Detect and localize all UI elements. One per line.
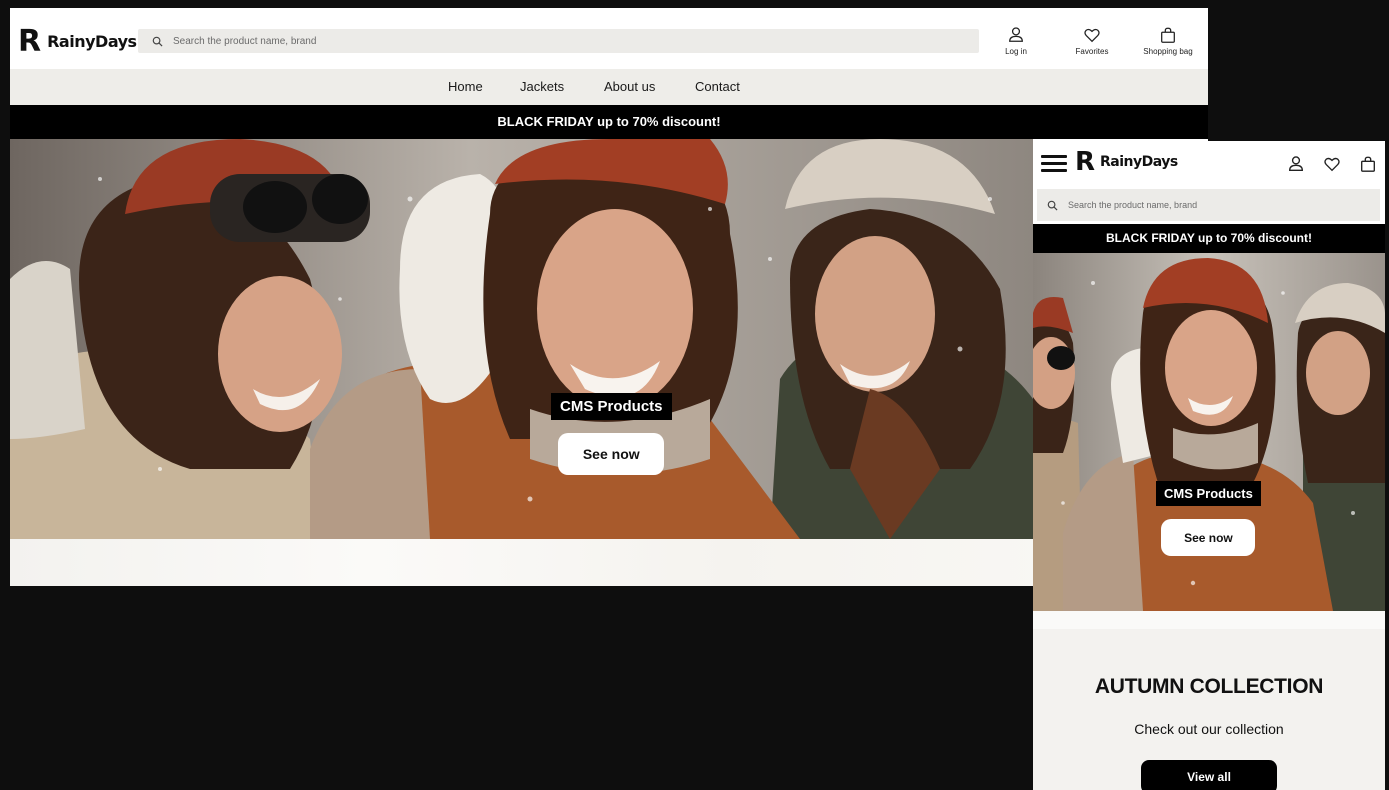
- logo-mark: R: [18, 24, 42, 59]
- mobile-header: R RainyDays: [1033, 141, 1385, 187]
- mobile-hero-cta: CMS Products See now: [1156, 481, 1261, 556]
- mobile-search-bar[interactable]: [1037, 189, 1380, 221]
- logo-wordmark: RainyDays: [1100, 154, 1178, 170]
- mobile-logo[interactable]: R RainyDays: [1075, 147, 1178, 177]
- see-now-button[interactable]: See now: [1161, 519, 1256, 556]
- hero-image: [10, 139, 1033, 539]
- hero-label: CMS Products: [551, 393, 672, 420]
- heart-icon: [1084, 28, 1100, 43]
- logo-mark: R: [1075, 147, 1096, 177]
- search-input[interactable]: [171, 34, 975, 48]
- view-all-button[interactable]: View all: [1141, 760, 1277, 790]
- see-now-button[interactable]: See now: [558, 433, 665, 475]
- shopping-bag-icon: [1161, 27, 1175, 43]
- site-header: R RainyDays Log in Favorites Shopping ba…: [10, 8, 1208, 69]
- user-icon: [1009, 27, 1023, 42]
- hamburger-menu-icon[interactable]: [1041, 155, 1067, 175]
- favorites-button[interactable]: Favorites: [1052, 26, 1132, 56]
- autumn-collection-section: AUTUMN COLLECTION Check out our collecti…: [1033, 629, 1385, 790]
- user-icon[interactable]: [1287, 155, 1305, 173]
- collection-subtitle: Check out our collection: [1134, 721, 1284, 737]
- login-button[interactable]: Log in: [976, 26, 1056, 56]
- mobile-promo-banner: BLACK FRIDAY up to 70% discount!: [1033, 224, 1385, 253]
- mobile-hero-section: CMS Products See now: [1033, 253, 1385, 611]
- collection-title: AUTUMN COLLECTION: [1094, 675, 1324, 698]
- hero-section: CMS Products See now: [10, 139, 1033, 539]
- mobile-mockup: R RainyDays BLACK FRIDAY up to 70% disco…: [1033, 141, 1385, 790]
- nav-item-contact[interactable]: Contact: [695, 79, 740, 94]
- nav-item-jackets[interactable]: Jackets: [520, 79, 564, 94]
- shopping-bag-button[interactable]: Shopping bag: [1128, 26, 1208, 56]
- hero-label: CMS Products: [1156, 481, 1261, 506]
- shopping-bag-icon[interactable]: [1359, 155, 1377, 173]
- section-divider: [10, 539, 1208, 586]
- hero-cta: CMS Products See now: [551, 393, 672, 475]
- main-nav: Home Jackets About us Contact: [10, 69, 1208, 105]
- mobile-search-input[interactable]: [1066, 199, 1380, 211]
- favorites-label: Favorites: [1075, 47, 1109, 56]
- mobile-hero-image: [1033, 253, 1385, 611]
- promo-banner: BLACK FRIDAY up to 70% discount!: [10, 105, 1208, 139]
- nav-item-about-us[interactable]: About us: [604, 79, 655, 94]
- heart-icon[interactable]: [1323, 155, 1341, 173]
- search-bar[interactable]: [138, 29, 979, 53]
- section-divider: [1033, 611, 1385, 629]
- desktop-mockup: R RainyDays Log in Favorites Shopping ba…: [10, 8, 1208, 586]
- search-icon: [152, 36, 163, 47]
- login-label: Log in: [1005, 47, 1027, 56]
- nav-item-home[interactable]: Home: [448, 79, 483, 94]
- shopping-bag-label: Shopping bag: [1143, 47, 1193, 56]
- site-logo[interactable]: R RainyDays: [18, 24, 137, 59]
- search-icon: [1047, 200, 1058, 211]
- logo-wordmark: RainyDays: [47, 32, 137, 51]
